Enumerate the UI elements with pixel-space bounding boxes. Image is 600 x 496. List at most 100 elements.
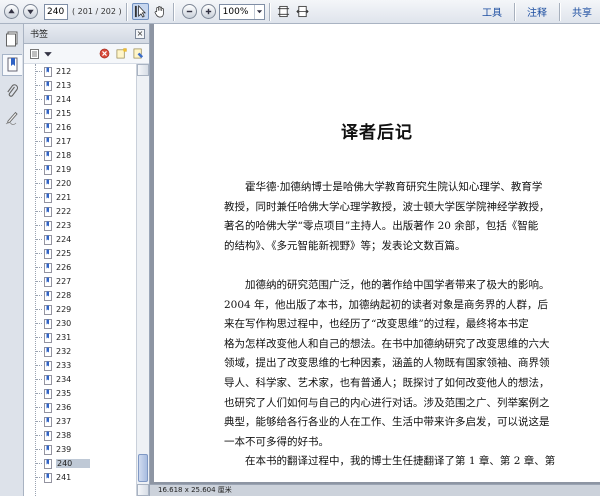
bookmark-item[interactable]: 219	[24, 163, 136, 176]
bookmark-item[interactable]: 225	[24, 247, 136, 260]
expand-bookmark-button[interactable]	[131, 47, 145, 61]
text-line: 教授，同时兼任哈佛大学心理学教授，波士顿大学医学院神经学教授，	[224, 200, 550, 213]
bookmark-item[interactable]: 217	[24, 135, 136, 148]
tree-connector	[36, 113, 42, 114]
tree-connector	[36, 267, 42, 268]
bookmark-icon	[44, 248, 52, 259]
bookmark-item[interactable]: 240	[24, 457, 136, 470]
bookmark-icon	[44, 416, 52, 427]
zoom-input[interactable]	[219, 6, 254, 17]
options-menu-button[interactable]	[30, 48, 54, 59]
bookmark-label: 232	[56, 347, 72, 356]
bookmark-icon	[44, 332, 52, 343]
zoom-in-button[interactable]	[200, 4, 216, 19]
bookmarks-panel: 书签 × 212 213 214 215 216 217 218 219 220…	[24, 24, 150, 496]
bookmark-item[interactable]: 221	[24, 191, 136, 204]
bookmark-item[interactable]: 241	[24, 471, 136, 484]
bookmark-ribbon-icon	[7, 57, 17, 72]
bookmark-label: 228	[56, 291, 72, 300]
share-link[interactable]: 共享	[572, 4, 592, 19]
previous-page-button[interactable]	[4, 4, 19, 19]
tools-link[interactable]: 工具	[482, 4, 502, 19]
delete-bookmark-button[interactable]	[97, 47, 111, 61]
signatures-panel-button[interactable]	[2, 106, 22, 128]
bookmark-item[interactable]: 237	[24, 415, 136, 428]
bookmark-item[interactable]: 231	[24, 331, 136, 344]
bookmark-item[interactable]: 224	[24, 233, 136, 246]
document-view[interactable]: 译者后记 霍华德·加德纳博士是哈佛大学教育研究生院认知心理学、教育学 教授，同时兼…	[150, 24, 600, 496]
bookmarks-panel-button[interactable]	[2, 54, 22, 76]
scroll-up-arrow[interactable]	[137, 64, 149, 76]
scroll-down-arrow[interactable]	[137, 484, 149, 496]
bookmark-item[interactable]: 215	[24, 107, 136, 120]
bookmark-item[interactable]: 239	[24, 443, 136, 456]
bookmark-item[interactable]: 234	[24, 373, 136, 386]
bookmark-icon	[44, 304, 52, 315]
bookmark-item[interactable]: 220	[24, 177, 136, 190]
bookmark-item[interactable]: 236	[24, 401, 136, 414]
close-panel-button[interactable]: ×	[135, 28, 145, 39]
zoom-select[interactable]	[218, 3, 265, 20]
bookmark-item[interactable]: 223	[24, 219, 136, 232]
bookmark-item[interactable]: 216	[24, 121, 136, 134]
chevron-down-icon	[44, 51, 52, 56]
bookmarks-scrollbar[interactable]	[136, 64, 149, 496]
page-number-input[interactable]	[44, 3, 68, 20]
bookmark-label: 230	[56, 319, 72, 328]
bookmark-label: 227	[56, 277, 72, 286]
comment-link[interactable]: 注释	[527, 4, 547, 19]
text-line: 典型，能够给各行各业的人在工作、生活中带来许多启发，可以说这是	[224, 416, 550, 429]
bookmark-item[interactable]: 212	[24, 65, 136, 78]
bookmark-item[interactable]: 222	[24, 205, 136, 218]
text-line: 在本书的翻译过程中，我的博士生任捷翻译了第 1 章、第 2 章、第	[224, 455, 556, 467]
bookmark-item[interactable]: 235	[24, 387, 136, 400]
hand-icon	[154, 6, 164, 18]
bookmark-icon	[44, 94, 52, 105]
bookmark-item[interactable]: 227	[24, 275, 136, 288]
new-bookmark-button[interactable]	[114, 47, 128, 61]
attachments-panel-button[interactable]	[2, 80, 22, 102]
page-size-status: 16.618 x 25.604 厘米	[150, 484, 600, 496]
next-page-button[interactable]	[23, 4, 38, 19]
bookmark-icon	[44, 136, 52, 147]
text-line: 来在写作构思过程中，也经历了“改变思维”的过程，最终将本书定	[224, 318, 529, 331]
bookmark-icon	[44, 318, 52, 329]
bookmark-label: 234	[56, 375, 72, 384]
bookmark-item[interactable]: 232	[24, 345, 136, 358]
tree-connector	[36, 85, 42, 86]
bookmark-icon	[44, 108, 52, 119]
fit-width-button[interactable]	[294, 3, 311, 20]
bookmark-item[interactable]: 226	[24, 261, 136, 274]
tree-connector	[36, 169, 42, 170]
bookmark-icon	[44, 262, 52, 273]
new-bookmark-icon	[116, 48, 127, 59]
bookmark-item[interactable]: 218	[24, 149, 136, 162]
tree-connector	[36, 225, 42, 226]
tree-connector	[36, 197, 42, 198]
scroll-thumb[interactable]	[138, 454, 148, 482]
text-line: 著名的哈佛大学“零点项目”主持人。出版著作 20 余部，包括《智能	[224, 220, 539, 233]
fit-page-icon	[277, 5, 289, 18]
bookmark-item[interactable]: 228	[24, 289, 136, 302]
bookmark-item[interactable]: 214	[24, 93, 136, 106]
tree-connector	[36, 183, 42, 184]
bookmark-item[interactable]: 229	[24, 303, 136, 316]
tree-connector	[36, 127, 42, 128]
select-tool-button[interactable]	[131, 3, 149, 20]
bookmark-item[interactable]: 238	[24, 429, 136, 442]
bookmark-item[interactable]: 230	[24, 317, 136, 330]
zoom-out-button[interactable]	[181, 4, 197, 19]
bookmark-item[interactable]: 233	[24, 359, 136, 372]
tree-connector	[36, 463, 42, 464]
zoom-dropdown-button[interactable]	[253, 4, 264, 19]
toolbar: ( 201 / 202 ) 工具 注释	[0, 0, 600, 24]
fit-page-button[interactable]	[275, 3, 292, 20]
pages-panel-button[interactable]	[2, 28, 22, 50]
bookmark-label: 221	[56, 193, 72, 202]
bookmark-item[interactable]: 213	[24, 79, 136, 92]
bookmark-actions	[94, 47, 145, 61]
tree-connector	[36, 309, 42, 310]
bookmark-label: 231	[56, 333, 72, 342]
hand-tool-button[interactable]	[151, 3, 168, 20]
tree-connector	[36, 337, 42, 338]
